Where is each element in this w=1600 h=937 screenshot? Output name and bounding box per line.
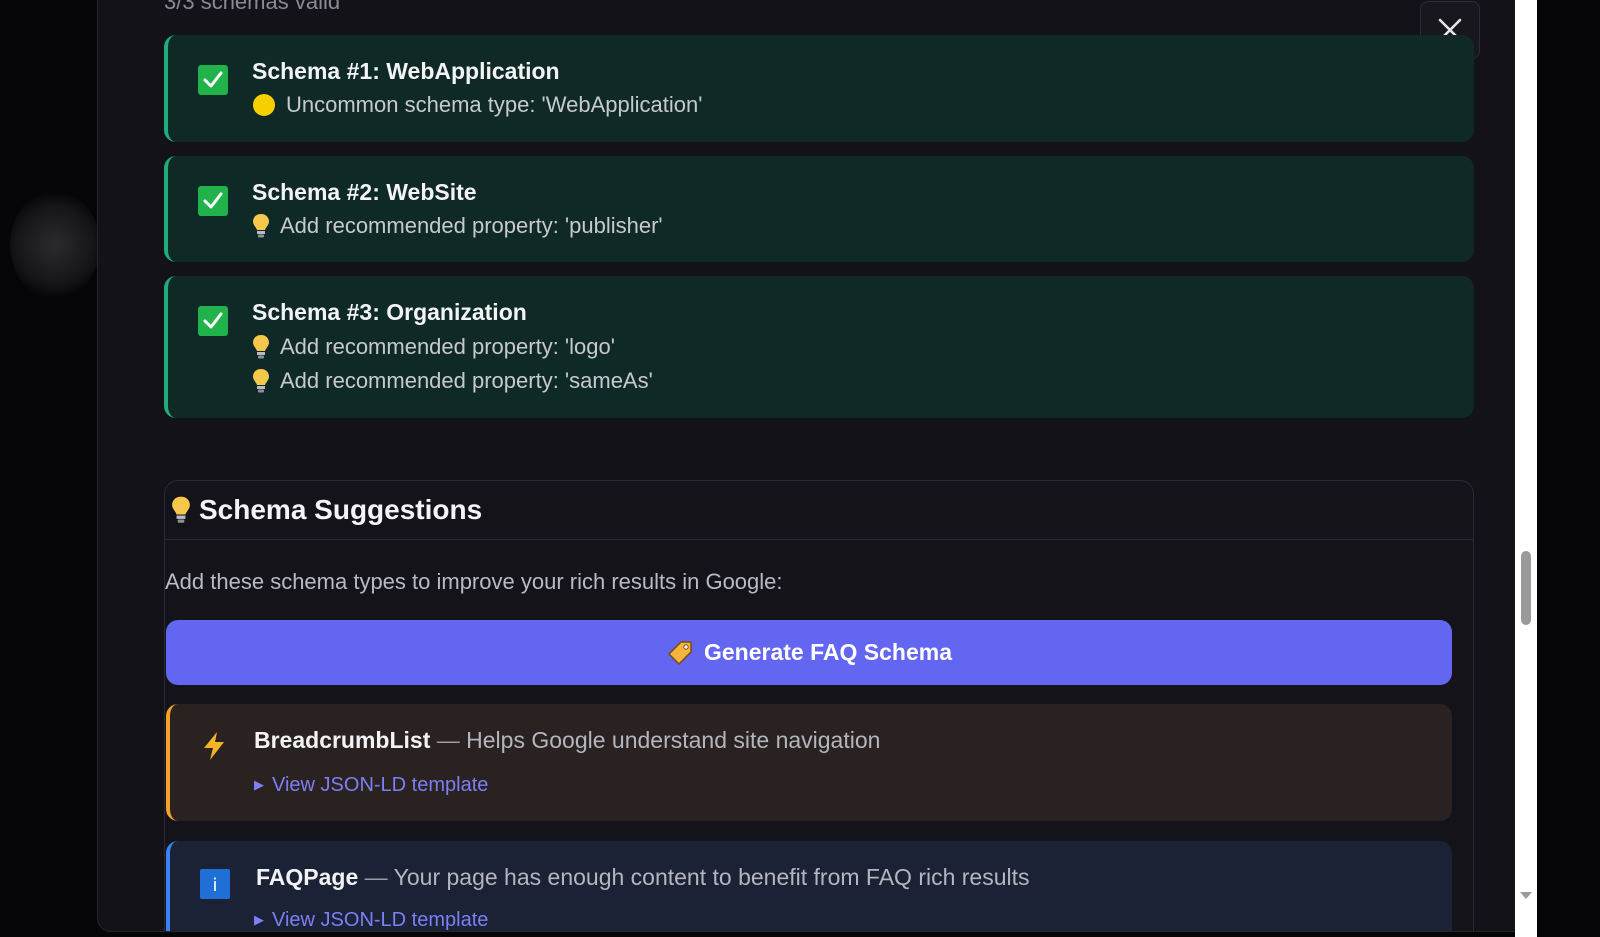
schema-card: Schema #3: Organization Add recommended …: [164, 276, 1474, 418]
schema-validation-modal: 3/3 schemas valid Schema #1: WebApplicat…: [97, 0, 1544, 932]
schema-message: Add recommended property: 'logo': [252, 334, 615, 360]
schema-card: Schema #2: WebSite Add recommended prope…: [164, 156, 1474, 262]
suggestion-separator: —: [430, 727, 467, 753]
suggestion-separator: —: [358, 864, 394, 890]
lightbulb-icon: [252, 368, 270, 394]
generate-button-label: Generate FAQ Schema: [704, 639, 952, 665]
valid-summary: 3/3 schemas valid: [164, 0, 341, 14]
template-link-label: View JSON-LD template: [272, 909, 489, 931]
lightbulb-icon: [252, 213, 270, 239]
schema-suggestions-panel: Schema Suggestions Add these schema type…: [164, 480, 1474, 931]
info-icon: i: [200, 869, 230, 904]
disclosure-triangle-icon: ▶: [254, 777, 264, 792]
scrollbar-track[interactable]: [1515, 0, 1537, 937]
background-edge: [1537, 0, 1600, 937]
schema-title: Schema #2: WebSite: [252, 179, 477, 205]
suggestions-title: Schema Suggestions: [199, 494, 483, 525]
schema-message: Add recommended property: 'sameAs': [252, 368, 653, 394]
tag-icon: [666, 639, 694, 667]
check-icon: [198, 65, 228, 95]
view-json-ld-template-link[interactable]: ▶ View JSON-LD template: [254, 909, 489, 931]
schema-card: Schema #1: WebApplication Uncommon schem…: [164, 35, 1474, 142]
yellow-circle-icon: [252, 93, 276, 117]
suggestion-line: BreadcrumbList — Helps Google understand…: [254, 727, 880, 754]
template-link-label: View JSON-LD template: [272, 774, 489, 796]
schema-message-text: Add recommended property: 'sameAs': [280, 368, 653, 393]
lightbulb-icon: [252, 334, 270, 360]
svg-text:i: i: [212, 875, 217, 896]
check-icon: [198, 306, 228, 336]
suggestion-name: FAQPage: [256, 864, 359, 890]
suggestion-line: FAQPage — Your page has enough content t…: [256, 864, 1030, 891]
suggestion-text: Your page has enough content to benefit …: [393, 864, 1030, 890]
schema-message-text: Uncommon schema type: 'WebApplication': [286, 92, 703, 117]
suggestion-text: Helps Google understand site navigation: [466, 727, 881, 753]
scroll-down-arrow-icon[interactable]: [1518, 888, 1534, 902]
suggestion-name: BreadcrumbList: [254, 727, 431, 753]
lightbulb-icon: [171, 495, 191, 525]
schema-title: Schema #3: Organization: [252, 299, 527, 325]
backdrop-blur: [10, 190, 100, 300]
view-json-ld-template-link[interactable]: ▶ View JSON-LD template: [254, 774, 488, 797]
modal-scroll-area[interactable]: 3/3 schemas valid Schema #1: WebApplicat…: [98, 0, 1543, 931]
schema-message: Add recommended property: 'publisher': [252, 213, 663, 239]
suggestion-card-faqpage: i FAQPage — Your page has enough content…: [166, 841, 1452, 931]
disclosure-triangle-icon: ▶: [254, 912, 264, 927]
lightning-icon: [200, 730, 228, 767]
schema-title: Schema #1: WebApplication: [252, 58, 560, 84]
schema-message: Uncommon schema type: 'WebApplication': [252, 92, 702, 118]
suggestions-header: Schema Suggestions: [165, 481, 1473, 540]
generate-faq-schema-button[interactable]: Generate FAQ Schema: [166, 620, 1452, 685]
suggestions-description: Add these schema types to improve your r…: [165, 569, 783, 594]
schema-message-text: Add recommended property: 'logo': [280, 334, 615, 359]
schema-message-text: Add recommended property: 'publisher': [280, 213, 663, 238]
check-icon: [198, 186, 228, 216]
scrollbar-thumb[interactable]: [1521, 551, 1531, 625]
suggestion-card-breadcrumblist: BreadcrumbList — Helps Google understand…: [166, 704, 1452, 821]
